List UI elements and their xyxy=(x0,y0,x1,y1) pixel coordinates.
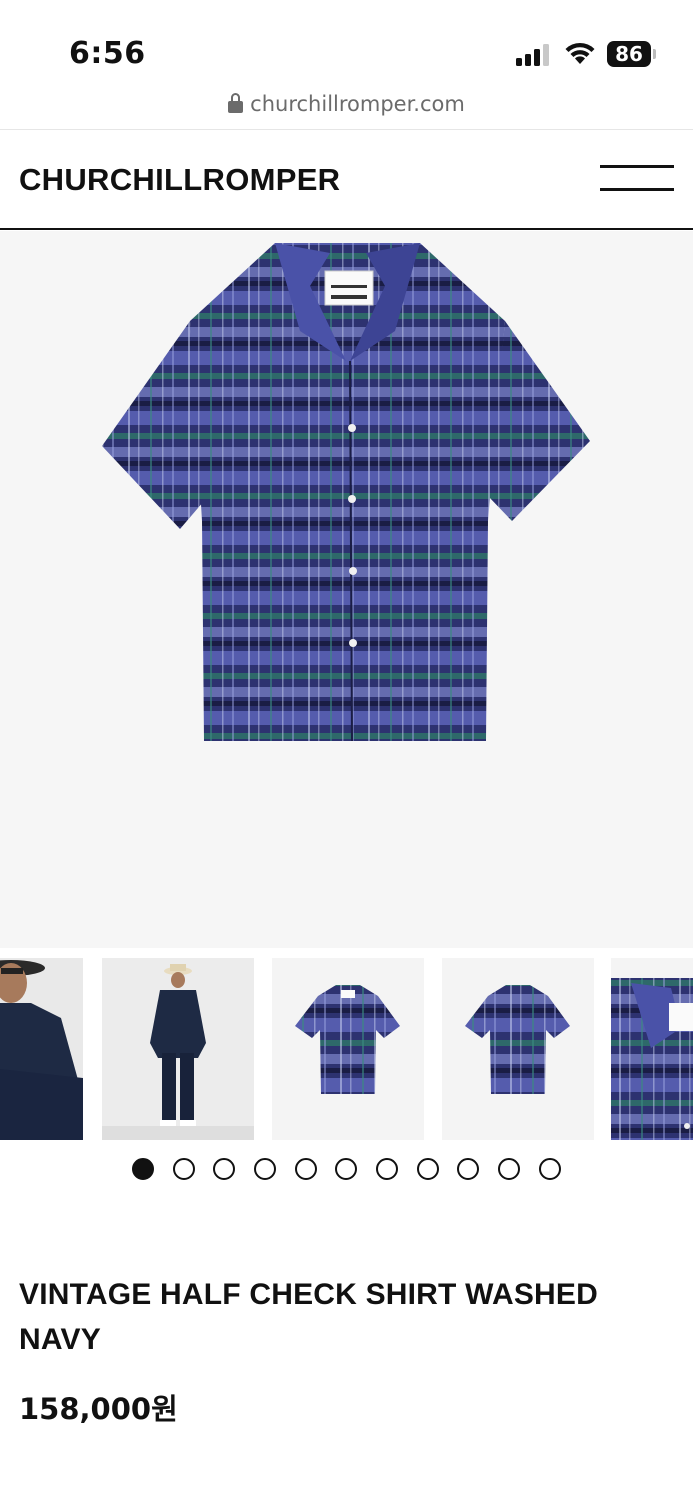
thumbnail-3[interactable] xyxy=(272,958,424,1140)
thumbnail-1[interactable] xyxy=(0,958,83,1140)
pagination-dot-4[interactable] xyxy=(254,1158,276,1180)
thumbnail-strip[interactable] xyxy=(0,958,693,1140)
battery-level: 86 xyxy=(607,41,651,67)
battery-icon: 86 xyxy=(607,41,656,67)
product-price: 158,000원 xyxy=(19,1392,178,1426)
pagination-dot-7[interactable] xyxy=(376,1158,398,1180)
status-time: 6:56 xyxy=(69,36,146,71)
hamburger-menu-icon[interactable] xyxy=(598,163,676,195)
site-header: CHURCHILLROMPER xyxy=(0,130,693,230)
url-bar[interactable]: churchillromper.com xyxy=(0,92,693,129)
wifi-icon xyxy=(565,42,595,64)
url-text: churchillromper.com xyxy=(250,92,465,116)
thumbnail-5[interactable] xyxy=(611,958,693,1140)
pagination-dot-2[interactable] xyxy=(173,1158,195,1180)
gallery-pagination xyxy=(132,1158,572,1182)
pagination-dot-8[interactable] xyxy=(417,1158,439,1180)
pagination-dot-5[interactable] xyxy=(295,1158,317,1180)
battery-tip xyxy=(653,49,656,59)
product-title: VINTAGE HALF CHECK SHIRT WASHED NAVY xyxy=(19,1278,598,1356)
thumbnail-4[interactable] xyxy=(442,958,594,1140)
pagination-dot-11[interactable] xyxy=(539,1158,561,1180)
pagination-dot-3[interactable] xyxy=(213,1158,235,1180)
pagination-dot-10[interactable] xyxy=(498,1158,520,1180)
pagination-dot-6[interactable] xyxy=(335,1158,357,1180)
status-bar: 6:56 86 xyxy=(0,0,693,92)
shirt-image xyxy=(102,243,590,742)
site-logo[interactable]: CHURCHILLROMPER xyxy=(19,162,340,198)
thumbnail-2[interactable] xyxy=(102,958,254,1140)
pagination-dot-9[interactable] xyxy=(457,1158,479,1180)
signal-icon xyxy=(516,44,549,66)
pagination-dot-1[interactable] xyxy=(132,1158,154,1180)
lock-icon xyxy=(228,93,244,113)
main-product-image[interactable] xyxy=(0,231,693,948)
